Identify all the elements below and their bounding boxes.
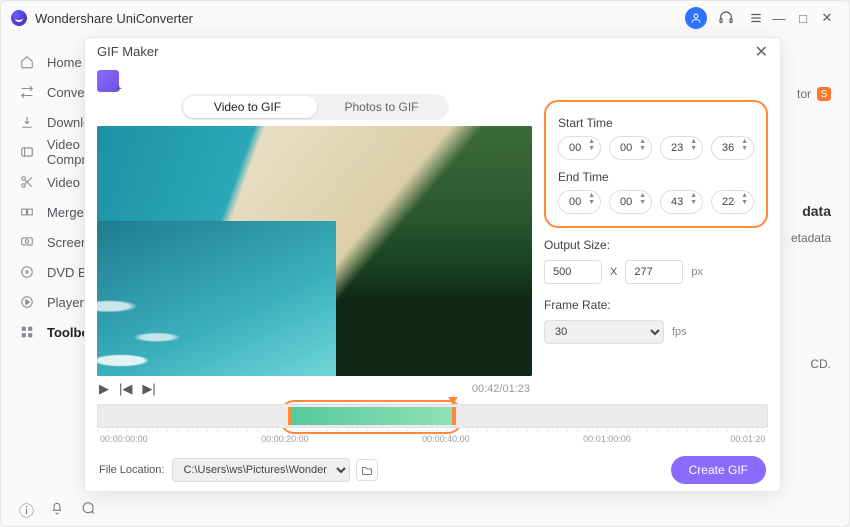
video-preview[interactable] [97, 126, 532, 376]
add-file-icon[interactable] [97, 70, 119, 92]
end-time-label: End Time [558, 170, 754, 184]
stepper-icon[interactable]: ▲▼ [741, 192, 748, 206]
timeline-ruler: 00:00:00:00 00:00:20:00 00:00:40:00 00:0… [97, 430, 768, 450]
converter-icon [19, 84, 35, 100]
compress-icon [19, 144, 35, 160]
next-frame-button[interactable]: ▶| [142, 381, 155, 397]
modal-footer: File Location: C:\Users\ws\Pictures\Wond… [85, 450, 780, 491]
mode-segmented-control: Video to GIF Photos to GIF [181, 94, 449, 120]
stepper-icon[interactable]: ▲▼ [690, 138, 697, 152]
px-unit: px [691, 266, 703, 278]
record-icon [19, 234, 35, 250]
output-height-input[interactable] [625, 260, 683, 284]
output-width-input[interactable] [544, 260, 602, 284]
frame-rate-label: Frame Rate: [544, 298, 768, 312]
feedback-icon[interactable] [80, 501, 95, 520]
prev-frame-button[interactable]: |◀ [119, 381, 132, 397]
tab-video-to-gif[interactable]: Video to GIF [181, 100, 315, 114]
download-icon [19, 114, 35, 130]
modal-header: GIF Maker ✕ [85, 38, 780, 66]
tab-photos-to-gif[interactable]: Photos to GIF [315, 100, 449, 114]
app-logo-icon [11, 10, 27, 26]
stepper-icon[interactable]: ▲▼ [639, 138, 646, 152]
timeline: 00:00:00:00 00:00:20:00 00:00:40:00 00:0… [97, 404, 768, 450]
stepper-icon[interactable]: ▲▼ [588, 192, 595, 206]
play-icon [19, 294, 35, 310]
playback-controls: ▶ |◀ ▶| 00:42/01:23 [97, 376, 532, 398]
grid-icon [19, 324, 35, 340]
sidebar-label: Player [47, 295, 84, 310]
output-size-label: Output Size: [544, 238, 768, 252]
playback-time: 00:42/01:23 [472, 383, 530, 395]
fps-unit: fps [672, 326, 687, 338]
account-avatar-icon[interactable] [685, 7, 707, 29]
bell-icon[interactable] [50, 501, 64, 519]
disc-icon [19, 264, 35, 280]
title-bar: Wondershare UniConverter — □ ✕ [1, 1, 849, 35]
play-button[interactable]: ▶ [99, 381, 109, 397]
file-location-label: File Location: [99, 464, 164, 476]
file-location-select[interactable]: C:\Users\ws\Pictures\Wonders [172, 458, 350, 482]
badge-icon: S [817, 87, 831, 101]
stepper-icon[interactable]: ▲▼ [690, 192, 697, 206]
frame-rate-select[interactable]: 30 [544, 320, 664, 344]
gif-maker-modal: GIF Maker ✕ Video to GIF Photos to GIF ▶… [84, 37, 781, 492]
bottom-bar: ⓘ [1, 494, 95, 526]
app-window: Wondershare UniConverter — □ ✕ Home Conv… [0, 0, 850, 527]
open-folder-button[interactable] [356, 459, 378, 481]
support-headset-icon[interactable] [715, 7, 737, 29]
start-time-label: Start Time [558, 116, 754, 130]
by-separator: X [610, 266, 617, 278]
timeline-selection[interactable] [288, 407, 456, 425]
create-gif-button[interactable]: Create GIF [671, 456, 766, 484]
app-title: Wondershare UniConverter [35, 11, 193, 26]
merge-icon [19, 204, 35, 220]
home-icon [19, 54, 35, 70]
close-window-button[interactable]: ✕ [815, 10, 839, 26]
minimize-button[interactable]: — [767, 11, 791, 26]
hamburger-menu-icon[interactable] [745, 7, 767, 29]
sidebar-label: Home [47, 55, 82, 70]
stepper-icon[interactable]: ▲▼ [639, 192, 646, 206]
playhead-icon[interactable] [448, 397, 458, 405]
timeline-track[interactable] [97, 404, 768, 428]
modal-title: GIF Maker [97, 44, 158, 59]
stepper-icon[interactable]: ▲▼ [588, 138, 595, 152]
stepper-icon[interactable]: ▲▼ [741, 138, 748, 152]
modal-close-icon[interactable]: ✕ [755, 42, 768, 62]
maximize-button[interactable]: □ [791, 11, 815, 26]
scissors-icon [19, 174, 35, 190]
help-icon[interactable]: ⓘ [19, 500, 34, 521]
sidebar-label: Merger [47, 205, 88, 220]
time-range-box: Start Time ▲▼ ▲▼ ▲▼ ▲▼ End Time ▲▼ ▲▼ ▲▼… [544, 100, 768, 228]
